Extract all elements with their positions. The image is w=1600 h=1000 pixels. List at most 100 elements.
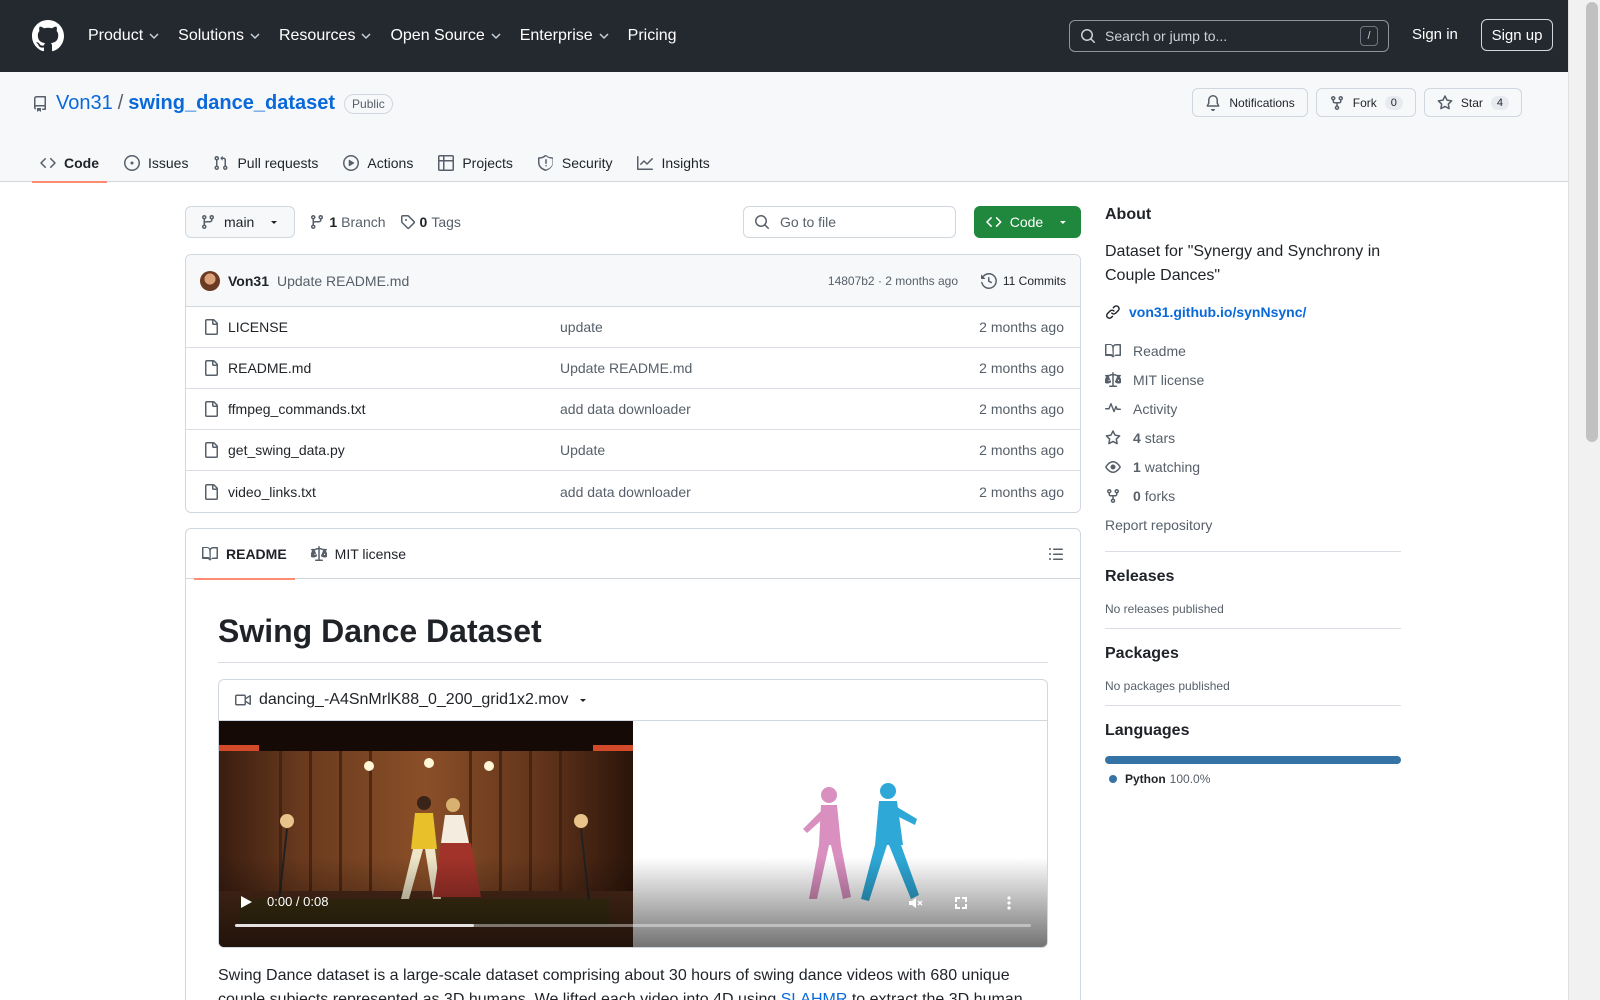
table-row[interactable]: README.md Update README.md 2 months ago	[186, 348, 1080, 389]
table-row[interactable]: ffmpeg_commands.txt add data downloader 2 …	[186, 389, 1080, 430]
avatar[interactable]	[200, 270, 220, 291]
nav-pricing[interactable]: Pricing	[628, 27, 677, 45]
video-player[interactable]: 0:00 / 0:08	[219, 721, 1047, 947]
search-icon	[755, 215, 770, 230]
sidebar-item-license-label: MIT license	[1133, 371, 1205, 388]
homepage-link[interactable]: von31.github.io/synNsync/	[1105, 304, 1401, 320]
file-commit-message[interactable]: update	[560, 319, 603, 335]
go-to-file-input[interactable]: Go to file	[743, 206, 956, 238]
repo-path-separator: /	[117, 92, 124, 114]
report-repository-link[interactable]: Report repository	[1105, 510, 1401, 539]
language-percent: 100.0%	[1169, 772, 1211, 786]
sidebar-item-forks[interactable]: 0 forks	[1105, 481, 1401, 510]
file-icon	[205, 442, 218, 458]
file-name[interactable]: ffmpeg_commands.txt	[228, 401, 365, 417]
commit-author[interactable]: Von31	[228, 273, 269, 289]
visibility-badge: Public	[344, 93, 393, 114]
tab-issues[interactable]: Issues	[116, 144, 196, 182]
video-time: 0:00 / 0:08	[267, 894, 329, 909]
play-icon[interactable]	[239, 895, 253, 909]
top-nav: Product Solutions Resources Open Source …	[88, 27, 695, 45]
packages-heading[interactable]: Packages	[1105, 645, 1401, 663]
video-progress-bar[interactable]	[235, 924, 1031, 927]
sidebar-item-readme[interactable]: Readme	[1105, 336, 1401, 365]
issue-icon	[124, 155, 140, 171]
global-search-input[interactable]: Search or jump to... /	[1069, 20, 1389, 52]
sidebar-item-activity[interactable]: Activity	[1105, 394, 1401, 423]
slahmr-link[interactable]: SLAHMR	[781, 991, 848, 1000]
tags-link[interactable]: 0 Tags	[400, 214, 461, 230]
file-icon	[205, 360, 218, 376]
code-dropdown-button[interactable]: Code	[974, 206, 1081, 238]
nav-product[interactable]: Product	[88, 27, 160, 45]
page-scrollbar[interactable]	[1568, 0, 1600, 1000]
branch-label: Branch	[341, 214, 386, 230]
github-logo-icon[interactable]	[32, 20, 64, 52]
tab-mit-license[interactable]: MIT license	[303, 529, 414, 579]
branches-link[interactable]: 1 Branch	[309, 214, 386, 230]
tab-pull-requests[interactable]: Pull requests	[205, 144, 326, 182]
kebab-menu-icon[interactable]	[1001, 895, 1017, 911]
table-row[interactable]: LICENSE update 2 months ago	[186, 307, 1080, 348]
fork-button[interactable]: Fork 0	[1315, 88, 1416, 117]
notifications-button[interactable]: Notifications	[1192, 88, 1308, 117]
branch-selector-button[interactable]: main	[185, 206, 296, 238]
sidebar-item-license[interactable]: MIT license	[1105, 365, 1401, 394]
file-toolbar: main 1 Branch 0 Tags Go to file Code	[185, 206, 1081, 238]
language-item-python[interactable]: Python 100.0%	[1105, 772, 1401, 786]
repo-title: Von31 / swing_dance_dataset Public	[32, 92, 393, 115]
list-unordered-icon[interactable]	[1048, 546, 1064, 562]
sidebar-item-stars[interactable]: 4 stars	[1105, 423, 1401, 452]
mute-icon[interactable]	[907, 895, 923, 911]
file-name[interactable]: video_links.txt	[228, 484, 316, 500]
fork-icon	[1330, 95, 1343, 110]
tab-insights[interactable]: Insights	[629, 144, 717, 182]
tab-actions[interactable]: Actions	[335, 144, 421, 182]
nav-open-source[interactable]: Open Source	[390, 27, 501, 45]
commit-meta[interactable]: 14807b2 · 2 months ago	[828, 274, 958, 288]
file-name[interactable]: LICENSE	[228, 319, 288, 335]
repo-name-link[interactable]: swing_dance_dataset	[128, 92, 335, 115]
about-description: Dataset for "Synergy and Synchrony in Co…	[1105, 243, 1381, 284]
releases-heading[interactable]: Releases	[1105, 568, 1401, 586]
video-header[interactable]: dancing_-A4SnMrlK88_0_200_grid1x2.mov	[219, 680, 1047, 721]
graph-icon	[637, 156, 654, 170]
commit-message[interactable]: Update README.md	[277, 273, 409, 289]
file-commit-message[interactable]: add data downloader	[560, 484, 691, 500]
repo-owner-link[interactable]: Von31	[56, 92, 113, 115]
file-name[interactable]: README.md	[228, 360, 311, 376]
readme-body: Swing Dance Dataset dancing_-A4SnMrlK88_…	[186, 613, 1080, 1000]
tab-readme[interactable]: README	[194, 529, 295, 580]
tab-code-label: Code	[64, 155, 99, 171]
readme-paragraph: Swing Dance dataset is a large-scale dat…	[218, 964, 1048, 1000]
tag-label: Tags	[431, 214, 461, 230]
forks-count: 0	[1133, 487, 1141, 504]
nav-resources[interactable]: Resources	[279, 27, 372, 45]
table-row[interactable]: video_links.txt add data downloader 2 mont…	[186, 471, 1080, 512]
file-commit-message[interactable]: Update README.md	[560, 360, 692, 376]
languages-heading: Languages	[1105, 722, 1190, 739]
commits-link[interactable]: 11 Commits	[980, 272, 1066, 289]
file-commit-message[interactable]: add data downloader	[560, 401, 691, 417]
tab-projects[interactable]: Projects	[430, 144, 521, 182]
scrollbar-thumb[interactable]	[1586, 2, 1598, 442]
video-progress-fill	[235, 924, 474, 927]
readme-paragraph-line1: Swing Dance dataset is a large-scale dat…	[218, 967, 1010, 984]
branch-count: 1	[329, 214, 338, 230]
star-label: Star	[1460, 95, 1483, 110]
nav-enterprise-label: Enterprise	[519, 27, 593, 44]
sign-up-button[interactable]: Sign up	[1481, 19, 1553, 51]
table-row[interactable]: get_swing_data.py Update 2 months ago	[186, 430, 1080, 471]
branch-icon	[311, 214, 324, 230]
star-button[interactable]: Star 4	[1423, 88, 1522, 117]
law-icon	[310, 545, 327, 561]
nav-enterprise[interactable]: Enterprise	[520, 27, 610, 45]
tab-security[interactable]: Security	[530, 144, 621, 182]
fullscreen-icon[interactable]	[953, 895, 969, 911]
file-commit-message[interactable]: Update	[560, 442, 605, 458]
sign-in-link[interactable]: Sign in	[1412, 26, 1458, 43]
file-name[interactable]: get_swing_data.py	[228, 442, 345, 458]
tab-code[interactable]: Code	[32, 144, 107, 183]
nav-solutions[interactable]: Solutions	[178, 27, 261, 45]
sidebar-item-watching[interactable]: 1 watching	[1105, 452, 1401, 481]
